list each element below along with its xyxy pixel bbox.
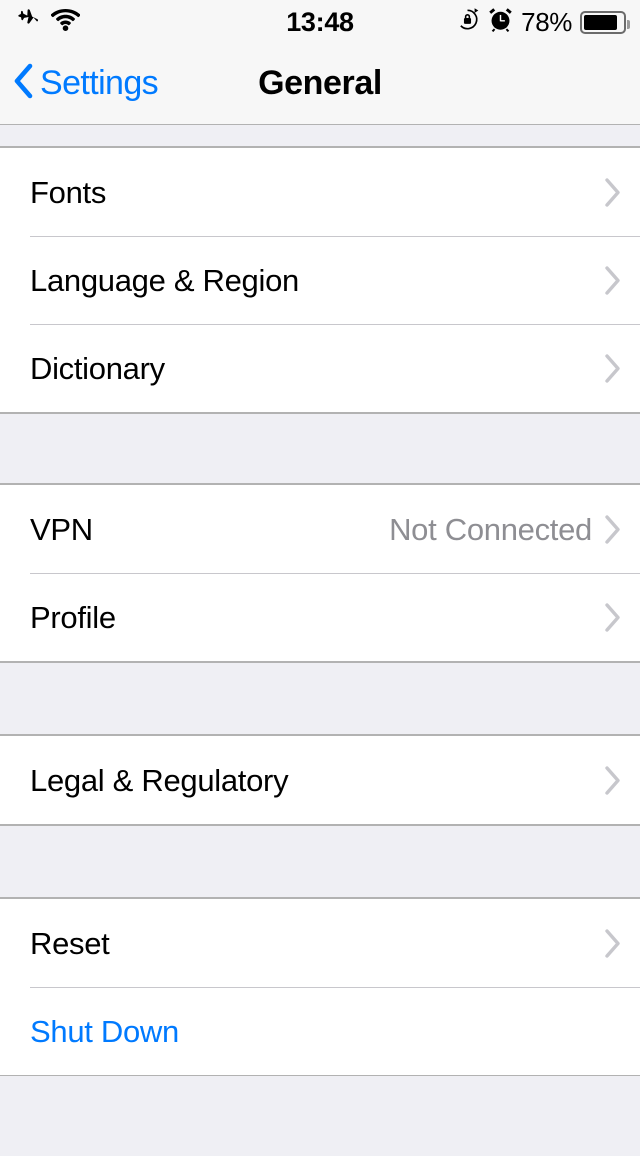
section-gap [0,662,640,735]
row-label: Reset [30,925,110,961]
row-label: Legal & Regulatory [30,762,289,798]
settings-row-reset[interactable]: Reset [0,899,640,987]
row-label: VPN [30,511,93,547]
settings-row-language-and-region[interactable]: Language & Region [0,236,640,324]
section-gap [0,125,640,147]
status-bar-right: 78% [455,6,630,38]
row-label: Dictionary [30,350,165,386]
status-bar-left [14,7,81,38]
battery-percentage-label: 78% [521,6,572,37]
rotation-lock-icon [455,7,480,37]
settings-table: Fonts Language & Region Dictionary VPN Not C… [0,125,640,1156]
status-bar-clock: 13:48 [286,6,354,37]
airplane-icon [14,7,40,38]
settings-group: Fonts Language & Region Dictionary [0,147,640,413]
settings-row-vpn[interactable]: VPN Not Connected [0,485,640,573]
settings-row-legal-and-regulatory[interactable]: Legal & Regulatory [0,736,640,824]
back-button-label: Settings [40,64,159,102]
chevron-right-icon [604,928,622,959]
settings-row-fonts[interactable]: Fonts [0,148,640,236]
chevron-right-icon [604,265,622,296]
row-label: Shut Down [30,1013,179,1049]
row-label: Fonts [30,174,107,210]
chevron-right-icon [604,353,622,384]
chevron-right-icon [604,602,622,633]
battery-fill [584,14,617,30]
status-bar: 13:48 78% [0,0,640,44]
back-button[interactable]: Settings [12,44,168,123]
alarm-clock-icon [488,7,513,37]
row-label: Profile [30,599,116,635]
settings-row-dictionary[interactable]: Dictionary [0,324,640,412]
chevron-right-icon [604,514,622,545]
chevron-left-icon [12,62,34,105]
settings-group: Legal & Regulatory [0,735,640,825]
section-gap [0,413,640,484]
row-detail-value: Not Connected [389,511,592,547]
section-gap [0,825,640,898]
settings-group: Reset Shut Down [0,898,640,1076]
settings-row-profile[interactable]: Profile [0,573,640,661]
chevron-right-icon [604,177,622,208]
settings-group: VPN Not Connected Profile [0,484,640,662]
battery-icon [580,10,630,34]
settings-general-screen: 13:48 78% Settings General Fonts Languag… [0,0,640,1156]
navigation-bar: Settings General [0,44,640,125]
settings-row-shut-down[interactable]: Shut Down [0,987,640,1075]
chevron-right-icon [604,765,622,796]
table-bottom-spacer [0,1076,640,1156]
wifi-icon [50,8,81,36]
row-label: Language & Region [30,262,299,298]
